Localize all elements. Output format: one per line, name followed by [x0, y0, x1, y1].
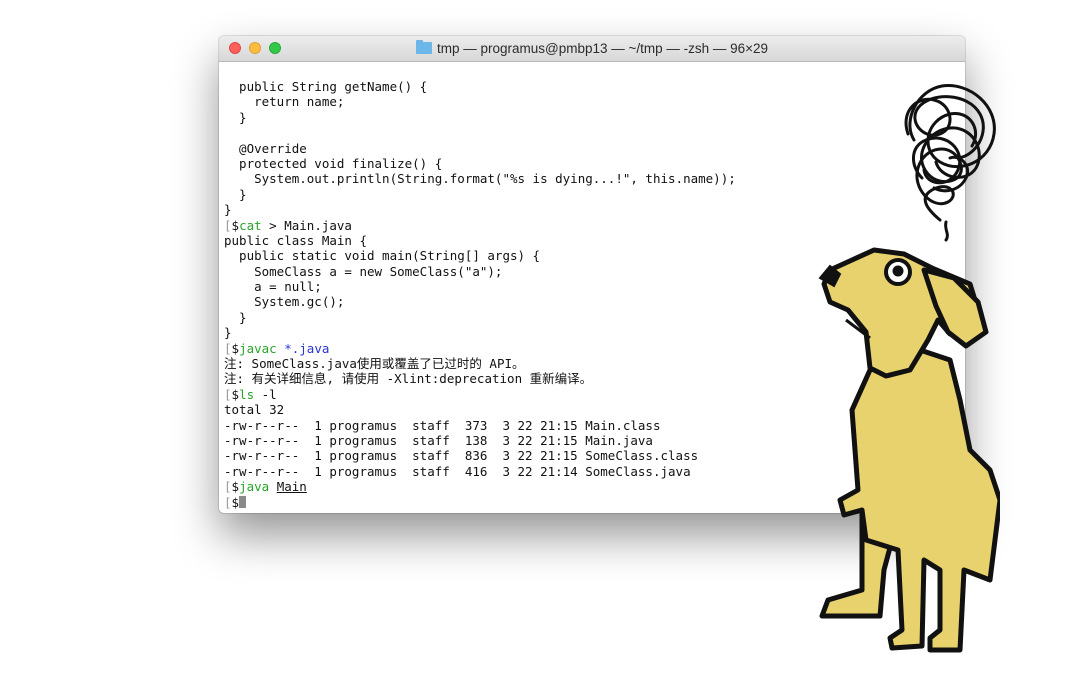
command-name: cat [239, 217, 262, 233]
output-text: -rw-r--r-- 1 programus staff 138 3 22 21… [224, 432, 653, 448]
command-name: java [239, 479, 270, 495]
command-arg: Main [276, 479, 307, 495]
output-text: return name; [224, 94, 345, 110]
output-text: -rw-r--r-- 1 programus staff 373 3 22 21… [224, 417, 661, 433]
output-text: @Override [224, 140, 307, 156]
mark-bracket: [ [224, 386, 232, 402]
output-text: SomeClass a = new SomeClass("a"); [224, 263, 503, 279]
mark-bracket: [ [224, 217, 232, 233]
output-text: total 32 [224, 402, 285, 418]
prompt-symbol: $ [231, 386, 240, 402]
output-text: -rw-r--r-- 1 programus staff 416 3 22 21… [224, 463, 691, 479]
dog-body [819, 247, 1000, 653]
scribble-thought-icon [904, 84, 996, 242]
output-text: } [224, 309, 247, 325]
mark-bracket: [ [224, 479, 232, 495]
confused-dog-illustration [818, 84, 1000, 653]
title-bar[interactable]: tmp — programus@pmbp13 — ~/tmp — -zsh — … [219, 36, 965, 62]
command-args: > Main.java [261, 217, 352, 233]
command-name: javac [239, 340, 277, 356]
folder-icon [415, 40, 432, 54]
prompt-symbol: $ [231, 217, 240, 233]
mark-bracket: [ [224, 340, 232, 356]
text-cursor [239, 495, 247, 508]
output-text: 注: 有关详细信息, 请使用 -Xlint:deprecation 重新编译。 [224, 371, 593, 387]
output-text: System.out.println(String.format("%s is … [224, 171, 736, 187]
output-text: } [224, 325, 232, 341]
output-text: } [224, 202, 232, 218]
prompt-symbol: $ [231, 340, 240, 356]
command-separator [269, 479, 277, 494]
output-text: System.gc(); [224, 294, 345, 310]
command-args: -l [254, 386, 277, 402]
command-name: ls [239, 386, 255, 402]
window-title-text: tmp — programus@pmbp13 — ~/tmp — -zsh — … [436, 41, 769, 56]
output-text: a = null; [224, 279, 322, 295]
output-text: 注: SomeClass.java使用或覆盖了已过时的 API。 [224, 356, 525, 372]
window-title: tmp — programus@pmbp13 — ~/tmp — -zsh — … [219, 36, 965, 61]
output-text: protected void finalize() { [224, 155, 443, 171]
prompt-symbol: $ [231, 494, 240, 510]
command-arg: *.java [284, 340, 330, 356]
prompt-symbol: $ [231, 479, 240, 495]
output-text: } [224, 186, 247, 202]
output-text: public class Main { [224, 232, 367, 248]
output-text: } [224, 109, 247, 125]
output-text: public String getName() { [224, 79, 428, 94]
output-text: public static void main(String[] args) { [224, 248, 541, 264]
output-text: -rw-r--r-- 1 programus staff 836 3 22 21… [224, 448, 699, 464]
mark-bracket: [ [224, 494, 232, 510]
